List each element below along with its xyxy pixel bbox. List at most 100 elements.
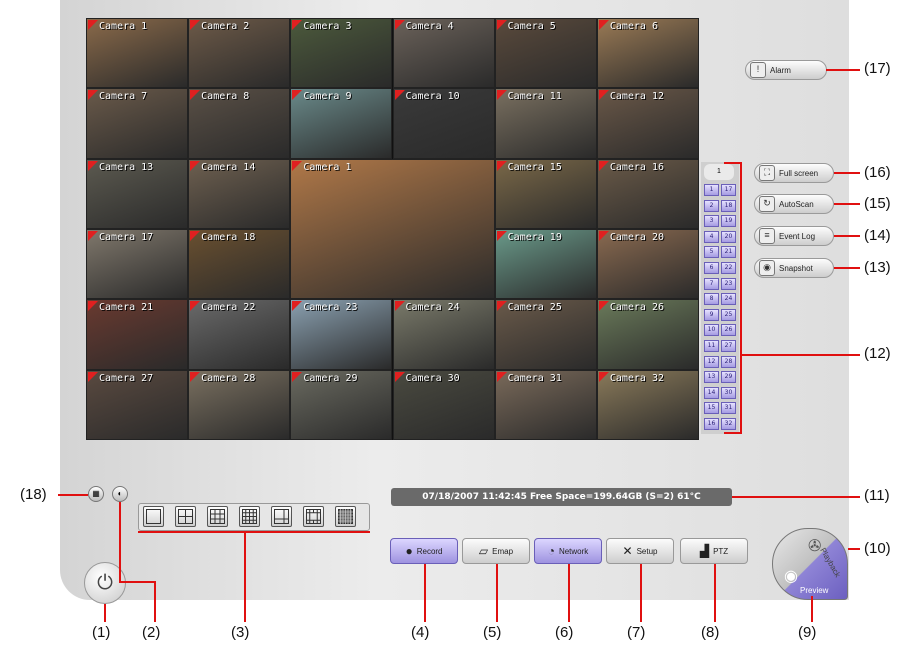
channel-button[interactable]: 5: [704, 246, 719, 259]
record-button[interactable]: ● Record: [390, 538, 458, 564]
record-label: Record: [416, 546, 443, 556]
channel-button[interactable]: 10: [704, 324, 719, 337]
camera-tile[interactable]: Camera 19: [494, 229, 597, 300]
alarm-button[interactable]: ! Alarm: [745, 60, 827, 80]
channel-button[interactable]: 31: [721, 402, 736, 415]
annotation-11: (11): [864, 487, 890, 504]
recording-flag-icon: [190, 301, 201, 312]
ptz-button[interactable]: ▟ PTZ: [680, 538, 748, 564]
channel-button[interactable]: 8: [704, 293, 719, 306]
channel-button[interactable]: 17: [721, 184, 736, 196]
camera-tile[interactable]: Camera 13: [86, 158, 189, 229]
callout-line-8: [714, 564, 716, 622]
camera-tile[interactable]: Camera 15: [494, 158, 597, 229]
emap-button[interactable]: ▱ Emap: [462, 538, 530, 564]
info-button[interactable]: ▦: [88, 486, 104, 502]
camera-label: Camera 9: [303, 91, 352, 103]
channel-button[interactable]: 21: [721, 246, 736, 259]
camera-tile[interactable]: Camera 7: [86, 88, 189, 159]
camera-tile[interactable]: Camera 14: [188, 158, 291, 229]
channel-button[interactable]: 14: [704, 386, 719, 399]
layout-32-button[interactable]: [335, 506, 356, 527]
camera-tile[interactable]: Camera 25: [494, 299, 597, 370]
camera-tile[interactable]: Camera 10: [392, 88, 495, 159]
preview-label[interactable]: Preview: [800, 586, 828, 595]
camera-tile[interactable]: Camera 1: [290, 158, 495, 300]
annotation-14: (14): [864, 227, 891, 244]
channel-button[interactable]: 1: [704, 184, 719, 196]
event-log-button[interactable]: ≡ Event Log: [754, 226, 834, 246]
camera-tile[interactable]: Camera 31: [494, 369, 597, 440]
channel-button[interactable]: 6: [704, 262, 719, 274]
camera-tile[interactable]: Camera 1: [86, 18, 189, 89]
network-button[interactable]: ◔ Network: [534, 538, 602, 564]
channel-button[interactable]: 2: [704, 199, 719, 212]
setup-button[interactable]: ✕ Setup: [606, 538, 674, 564]
camera-label: Camera 21: [99, 302, 154, 314]
camera-tile[interactable]: Camera 17: [86, 229, 189, 300]
camera-tile[interactable]: Camera 26: [596, 299, 699, 370]
layout-1-button[interactable]: [143, 506, 164, 527]
channel-button[interactable]: 4: [704, 230, 719, 243]
channel-button[interactable]: 12: [704, 355, 719, 368]
channel-button[interactable]: 22: [721, 262, 736, 274]
channel-button[interactable]: 32: [721, 418, 736, 430]
callout-line-10: [848, 548, 860, 550]
channel-button[interactable]: 27: [721, 340, 736, 352]
channel-button[interactable]: 25: [721, 308, 736, 321]
channel-button[interactable]: 3: [704, 215, 719, 228]
channel-button[interactable]: 30: [721, 386, 736, 399]
layout-16-button[interactable]: [239, 506, 260, 527]
camera-tile[interactable]: Camera 32: [596, 369, 699, 440]
camera-tile[interactable]: Camera 8: [188, 88, 291, 159]
camera-tile[interactable]: Camera 27: [86, 369, 189, 440]
channel-button[interactable]: 11: [704, 340, 719, 352]
camera-tile[interactable]: Camera 9: [290, 88, 393, 159]
fullscreen-button[interactable]: ⛶ Full screen: [754, 163, 834, 183]
camera-tile[interactable]: Camera 20: [596, 229, 699, 300]
camera-label: Camera 8: [201, 91, 250, 103]
camera-tile[interactable]: Camera 11: [494, 88, 597, 159]
camera-tile[interactable]: Camera 30: [392, 369, 495, 440]
camera-tile[interactable]: Camera 5: [494, 18, 597, 89]
channel-button[interactable]: 28: [721, 355, 736, 368]
audio-button[interactable]: ◐: [112, 486, 128, 502]
channel-button[interactable]: 15: [704, 402, 719, 415]
channel-button[interactable]: 9: [704, 308, 719, 321]
layout-4-button[interactable]: [175, 506, 196, 527]
channel-button[interactable]: 19: [721, 215, 736, 228]
channel-button[interactable]: 16: [704, 418, 719, 430]
channel-group-icon[interactable]: 1: [704, 164, 734, 180]
snapshot-button[interactable]: ◉ Snapshot: [754, 258, 834, 278]
layout-9-button[interactable]: [207, 506, 228, 527]
camera-tile[interactable]: Camera 3: [290, 18, 393, 89]
camera-tile[interactable]: Camera 6: [596, 18, 699, 89]
channel-button[interactable]: 13: [704, 371, 719, 384]
camera-label: Camera 2: [201, 21, 250, 32]
camera-tile[interactable]: Camera 12: [596, 88, 699, 159]
camera-tile[interactable]: Camera 29: [290, 369, 393, 440]
autoscan-button[interactable]: ↻ AutoScan: [754, 194, 834, 214]
camera-tile[interactable]: Camera 24: [392, 299, 495, 370]
channel-button[interactable]: 23: [721, 277, 736, 290]
recording-flag-icon: [292, 20, 303, 30]
camera-tile[interactable]: Camera 16: [596, 158, 699, 229]
channel-button[interactable]: 29: [721, 371, 736, 384]
layout-6-button[interactable]: [271, 506, 292, 527]
camera-tile[interactable]: Camera 23: [290, 299, 393, 370]
camera-tile[interactable]: Camera 22: [188, 299, 291, 370]
camera-label: Camera 1: [303, 161, 352, 173]
channel-button[interactable]: 7: [704, 277, 719, 290]
annotation-16: (16): [864, 164, 891, 181]
channel-button[interactable]: 18: [721, 199, 736, 212]
channel-button[interactable]: 26: [721, 324, 736, 337]
camera-tile[interactable]: Camera 21: [86, 299, 189, 370]
camera-tile[interactable]: Camera 4: [392, 18, 495, 89]
camera-tile[interactable]: Camera 18: [188, 229, 291, 300]
camera-label: Camera 19: [507, 232, 562, 243]
camera-tile[interactable]: Camera 2: [188, 18, 291, 89]
camera-tile[interactable]: Camera 28: [188, 369, 291, 440]
channel-button[interactable]: 20: [721, 230, 736, 243]
channel-button[interactable]: 24: [721, 293, 736, 306]
layout-13-button[interactable]: [303, 506, 324, 527]
